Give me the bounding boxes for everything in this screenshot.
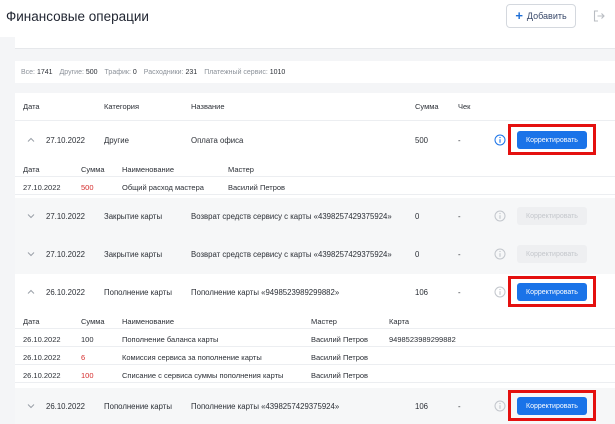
column-check[interactable]: Чек <box>458 102 470 111</box>
row-details: Дата Сумма Наименование Мастер 27.10.202… <box>15 160 615 196</box>
stat-traffic: Трафик: 0 <box>104 68 137 76</box>
details-row: 26.10.2022 100 Пополнение баланса карты … <box>15 331 615 347</box>
column-date[interactable]: Дата <box>23 102 40 111</box>
info-icon[interactable] <box>494 210 506 222</box>
page-title: Финансовые операции <box>6 9 149 24</box>
stat-expenses: Расходники: 231 <box>143 68 198 76</box>
stat-all: Все: 1741 <box>21 68 53 76</box>
filter-strip <box>15 37 615 49</box>
details-row: 26.10.2022 6 Комиссия сервиса за пополне… <box>15 349 615 365</box>
info-icon[interactable] <box>494 286 506 298</box>
add-button[interactable]: + Добавить <box>506 4 576 28</box>
chevron-down-icon[interactable] <box>26 401 36 411</box>
column-category[interactable]: Категория <box>104 102 139 111</box>
add-button-label: Добавить <box>526 11 567 21</box>
details-row: 27.10.2022 500 Общий расход мастера Васи… <box>15 179 615 195</box>
details-header: Дата Сумма Наименование Мастер Карта <box>15 313 615 329</box>
plus-icon: + <box>515 8 523 23</box>
info-icon[interactable] <box>494 134 506 146</box>
highlight-frame <box>508 276 596 307</box>
highlight-frame <box>508 124 596 155</box>
correct-button-disabled: Корректировать <box>517 207 587 225</box>
stats-bar: Все: 1741 Другие: 500 Трафик: 0 Расходни… <box>15 61 615 83</box>
stat-other: Другие: 500 <box>59 68 98 76</box>
row-details: Дата Сумма Наименование Мастер Карта 26.… <box>15 312 615 387</box>
table-row[interactable]: 27.10.2022 Закрытие карты Возврат средст… <box>15 198 615 236</box>
chevron-up-icon[interactable] <box>26 287 36 297</box>
info-icon[interactable] <box>494 248 506 260</box>
chevron-down-icon[interactable] <box>26 211 36 221</box>
chevron-up-icon[interactable] <box>26 135 36 145</box>
details-header: Дата Сумма Наименование Мастер <box>15 161 615 177</box>
stat-payment-service: Платежный сервис: 1010 <box>204 68 286 76</box>
table-row[interactable]: 27.10.2022 Закрытие карты Возврат средст… <box>15 236 615 274</box>
column-sum[interactable]: Сумма <box>415 102 439 111</box>
table-header: Дата Категория Название Сумма Чек <box>15 93 615 121</box>
logout-icon[interactable] <box>593 10 605 22</box>
column-name[interactable]: Название <box>191 102 225 111</box>
highlight-frame <box>508 390 596 421</box>
correct-button-disabled: Корректировать <box>517 245 587 263</box>
page: Финансовые операции + Добавить Все: 1741… <box>0 0 615 424</box>
chevron-down-icon[interactable] <box>26 249 36 259</box>
header: Финансовые операции + Добавить <box>0 0 615 37</box>
info-icon[interactable] <box>494 400 506 412</box>
details-row: 26.10.2022 100 Списание с сервиса суммы … <box>15 367 615 383</box>
